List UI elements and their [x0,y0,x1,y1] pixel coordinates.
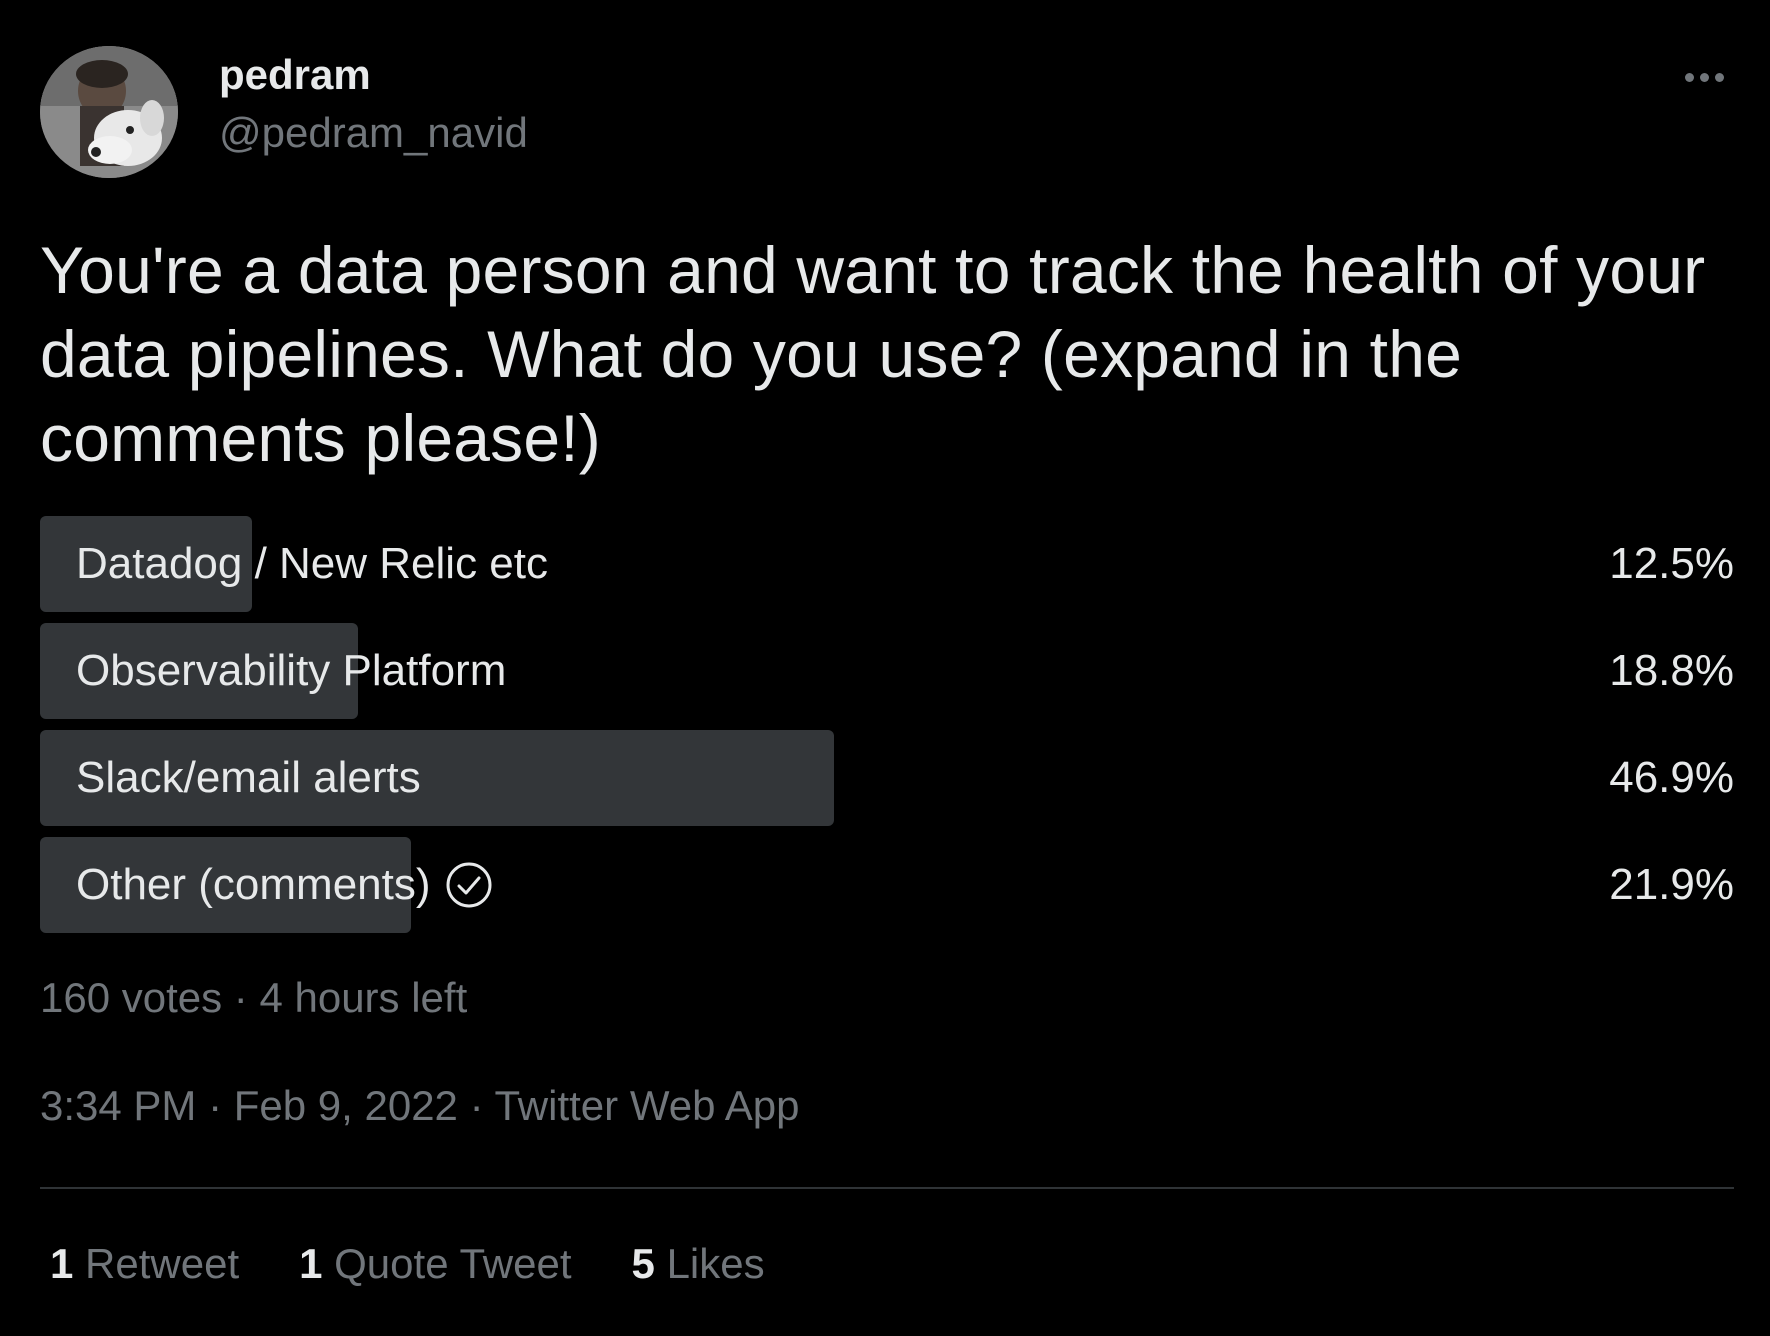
avatar[interactable] [40,46,178,178]
poll-meta: 160 votes · 4 hours left [40,974,468,1021]
more-horizontal-icon [1714,72,1724,82]
poll-option: Observability Platform 18.8% [40,623,1734,719]
tweet-text: You're a data person and want to track t… [40,233,1706,475]
check-circle-icon [445,861,493,909]
more-options-button[interactable] [1676,62,1732,92]
poll: Datadog / New Relic etc 12.5% Observabil… [40,516,1734,944]
poll-option-label: Other (comments) [76,837,493,933]
retweets-count: 1 [50,1240,74,1287]
tweet-timestamp[interactable]: 3:34 PM · Feb 9, 2022 · Twitter Web App [40,1082,800,1130]
poll-option: Slack/email alerts 46.9% [40,730,1734,826]
divider [40,1187,1734,1189]
retweets-label: Retweet [85,1240,240,1287]
poll-option-percent: 12.5% [1609,539,1734,588]
poll-option-text: Datadog / New Relic etc [76,539,548,588]
poll-option-label: Slack/email alerts [76,730,421,826]
more-horizontal-icon [1684,72,1694,82]
tweet-stats: 1 Retweet 1 Quote Tweet 5 Likes [50,1240,765,1288]
author-handle[interactable]: @pedram_navid [219,108,528,158]
poll-option-percent: 18.8% [1609,646,1734,695]
likes-stat[interactable]: 5 Likes [632,1240,765,1288]
quote-tweets-stat[interactable]: 1 Quote Tweet [299,1240,571,1288]
poll-option-label: Datadog / New Relic etc [76,516,548,612]
poll-option-text: Other (comments) [76,860,431,909]
poll-option: Datadog / New Relic etc 12.5% [40,516,1734,612]
poll-option-label: Observability Platform [76,623,506,719]
retweets-stat[interactable]: 1 Retweet [50,1240,239,1288]
poll-option-percent: 46.9% [1609,753,1734,802]
poll-option: Other (comments) 21.9% [40,837,1734,933]
likes-label: Likes [666,1240,765,1287]
tweet: pedram @pedram_navid You're a data perso… [0,0,1770,1336]
poll-option-text: Observability Platform [76,646,507,695]
author-display-name[interactable]: pedram [219,50,371,100]
poll-option-text: Slack/email alerts [76,753,421,802]
more-horizontal-icon [1699,72,1709,82]
quote-tweets-count: 1 [299,1240,323,1287]
quote-tweets-label: Quote Tweet [334,1240,572,1287]
poll-option-percent: 21.9% [1609,860,1734,909]
likes-count: 5 [631,1240,655,1287]
